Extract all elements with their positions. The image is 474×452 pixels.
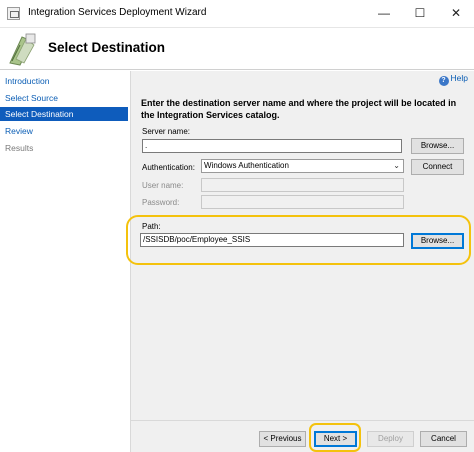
help-link[interactable]: ? Help xyxy=(438,73,468,86)
server-browse-button[interactable]: Browse... xyxy=(411,138,464,154)
connect-button[interactable]: Connect xyxy=(411,159,464,175)
chevron-down-icon: ⌄ xyxy=(393,161,400,170)
close-button[interactable]: ✕ xyxy=(438,0,474,28)
password-label: Password: xyxy=(142,198,180,207)
minimize-button[interactable]: — xyxy=(366,0,402,28)
next-button[interactable]: Next > xyxy=(314,431,357,447)
help-icon: ? xyxy=(438,76,449,86)
authentication-value: Windows Authentication xyxy=(204,161,289,170)
sidebar-item-select-source[interactable]: Select Source xyxy=(0,91,128,105)
wizard-icon xyxy=(9,33,36,66)
footer-divider xyxy=(131,420,474,421)
server-name-input[interactable]: . xyxy=(142,139,402,153)
password-input xyxy=(201,195,404,209)
cancel-button[interactable]: Cancel xyxy=(420,431,467,447)
sidebar-item-results: Results xyxy=(5,143,34,153)
previous-button[interactable]: < Previous xyxy=(259,431,306,447)
user-name-input xyxy=(201,178,404,192)
title-bar: Integration Services Deployment Wizard —… xyxy=(0,0,474,28)
path-label: Path: xyxy=(142,222,161,231)
page-header: Select Destination xyxy=(0,28,474,70)
sidebar-item-introduction[interactable]: Introduction xyxy=(0,74,128,88)
sidebar-item-select-destination[interactable]: Select Destination xyxy=(0,107,128,121)
main-panel: ? Help Enter the destination server name … xyxy=(126,71,474,452)
app-icon xyxy=(7,7,20,20)
sidebar-item-review[interactable]: Review xyxy=(0,124,128,138)
instructions-text: Enter the destination server name and wh… xyxy=(141,98,457,120)
page-title: Select Destination xyxy=(48,40,166,55)
authentication-select[interactable]: Windows Authentication ⌄ xyxy=(201,159,404,173)
maximize-button[interactable]: ☐ xyxy=(402,0,438,28)
server-name-label: Server name: xyxy=(142,127,191,136)
deploy-button: Deploy xyxy=(367,431,414,447)
window-title: Integration Services Deployment Wizard xyxy=(28,7,207,18)
wizard-sidebar: Introduction Select Source Select Destin… xyxy=(0,71,131,452)
user-name-label: User name: xyxy=(142,181,184,190)
path-browse-button[interactable]: Browse... xyxy=(411,233,464,249)
path-input[interactable]: /SSISDB/poc/Employee_SSIS xyxy=(140,233,404,247)
authentication-label: Authentication: xyxy=(142,163,195,172)
help-label: Help xyxy=(450,73,468,83)
